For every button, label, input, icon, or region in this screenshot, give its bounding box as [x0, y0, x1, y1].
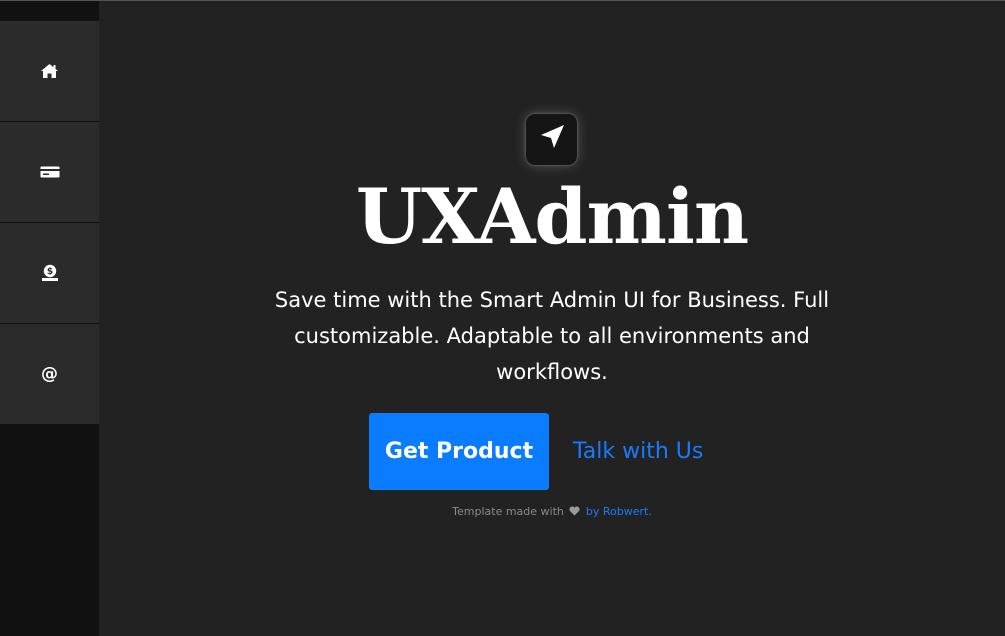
sidebar-item-card[interactable] — [0, 122, 99, 223]
hero-section: UXAdmin Save time with the Smart Admin U… — [99, 1, 1005, 636]
footer-credit: Template made with by Robwert. — [99, 505, 1005, 519]
home-icon — [40, 63, 59, 79]
sidebar-top-strip — [0, 1, 99, 21]
money-bag-icon: $ — [41, 264, 59, 282]
location-arrow-icon — [537, 122, 567, 157]
credit-card-icon — [40, 166, 60, 178]
author-link[interactable]: by Robwert. — [586, 505, 652, 518]
app-window: $ @ UXAdmin Save time with the Smart Adm… — [0, 0, 1005, 636]
at-icon: @ — [41, 363, 58, 384]
sidebar: $ @ — [0, 1, 99, 636]
sidebar-item-contact[interactable]: @ — [0, 324, 99, 425]
sidebar-item-home[interactable] — [0, 21, 99, 122]
svg-text:$: $ — [46, 267, 52, 277]
sidebar-item-money[interactable]: $ — [0, 223, 99, 324]
heart-icon — [569, 505, 580, 519]
talk-with-us-link[interactable]: Talk with Us — [573, 431, 703, 473]
get-product-button[interactable]: Get Product — [369, 413, 549, 490]
logo-badge — [526, 114, 577, 165]
hero-tagline: Save time with the Smart Admin UI for Bu… — [274, 288, 830, 384]
footer-prefix: Template made with — [452, 505, 564, 518]
brand-title: UXAdmin — [355, 172, 749, 261]
